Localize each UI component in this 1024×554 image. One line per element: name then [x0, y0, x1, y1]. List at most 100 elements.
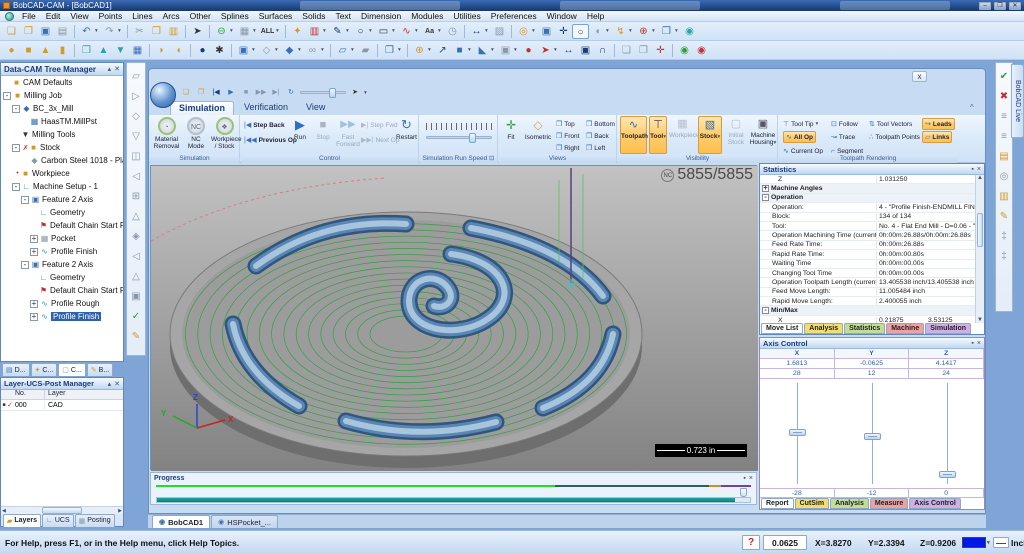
shell-icon[interactable]: ◆: [281, 43, 298, 58]
arc-tool-icon[interactable]: ∩: [594, 43, 611, 58]
dropdown-caret-icon[interactable]: ▾: [398, 47, 404, 53]
brush-gold-icon[interactable]: ✎: [996, 207, 1013, 227]
menu-solids[interactable]: Solids: [297, 11, 330, 21]
tab-report[interactable]: Report: [761, 498, 794, 509]
menu-view[interactable]: View: [65, 11, 93, 21]
pin-icon[interactable]: ▴: [108, 380, 112, 388]
print-icon[interactable]: ▤: [54, 24, 71, 39]
restart-button[interactable]: ↻ Restart: [396, 116, 417, 154]
select-grid-icon[interactable]: ⊞: [128, 187, 145, 207]
axis-y-slider[interactable]: [864, 433, 881, 440]
column-no[interactable]: No.: [1, 390, 45, 399]
stat-category-row[interactable]: - Operation: [760, 193, 975, 204]
close-panel-icon[interactable]: ×: [977, 166, 981, 173]
qat-run-icon[interactable]: ▶: [225, 87, 237, 99]
extrude-boss-icon[interactable]: ▲: [95, 43, 112, 58]
scroll-left-icon[interactable]: ◀: [2, 507, 6, 514]
maximize-button[interactable]: ❐: [994, 1, 1006, 10]
dropdown-caret-icon[interactable]: ▾: [321, 47, 327, 53]
dock-tab-cad[interactable]: ▢ C...: [58, 363, 86, 376]
horizontal-scrollbar[interactable]: ◀ ▶: [1, 506, 123, 514]
material-drop-icon[interactable]: ●: [520, 43, 537, 58]
close-button[interactable]: ✕: [1009, 1, 1021, 10]
view-front-button[interactable]: ❒ Front: [556, 130, 579, 142]
vertical-scrollbar[interactable]: ▲ ▼: [975, 175, 984, 323]
scroll-down-icon[interactable]: ▼: [976, 317, 984, 323]
tree-item-cam-defaults[interactable]: ■ CAM Defaults: [1, 76, 123, 89]
tab-ucs[interactable]: ∟ UCS: [41, 513, 74, 527]
trace-button[interactable]: ↝ Trace: [831, 131, 855, 143]
tree-item-geometry[interactable]: ∟ Geometry: [1, 271, 123, 284]
cone-icon[interactable]: ▲: [37, 43, 54, 58]
tab-layers[interactable]: ▰ Layers: [3, 513, 41, 527]
color-swatch[interactable]: [962, 537, 986, 548]
dock-tab-cam[interactable]: ✦ C...: [30, 363, 58, 376]
expand-toggle-icon[interactable]: -: [12, 182, 20, 191]
tree-item-milling-job[interactable]: - ■ Milling Job: [1, 89, 123, 102]
run-button[interactable]: ▶ Run: [289, 116, 311, 154]
dropdown-caret-icon[interactable]: ▾: [816, 121, 822, 127]
render-globe-icon[interactable]: ◉: [681, 24, 698, 39]
sphere-shaded-icon[interactable]: ●: [194, 43, 211, 58]
copy-icon[interactable]: ❒: [148, 24, 165, 39]
boolean-icon[interactable]: ▦: [129, 43, 146, 58]
tree-item-profile-finish[interactable]: + ∿ Profile Finish: [1, 245, 123, 258]
tool-vectors-button[interactable]: ⇅ Tool Vectors: [869, 118, 912, 130]
translate-icon[interactable]: ↗: [434, 43, 451, 58]
ucs-axes-icon[interactable]: ⊕: [411, 43, 428, 58]
menu-lines[interactable]: Lines: [127, 11, 157, 21]
select-box-icon[interactable]: ▣: [128, 287, 145, 307]
spline-icon[interactable]: ∿: [398, 24, 415, 39]
stitch-b-icon[interactable]: ❐: [635, 43, 652, 58]
menu-utilities[interactable]: Utilities: [448, 11, 485, 21]
select-prev-icon[interactable]: ◁: [128, 167, 145, 187]
view-camera-icon[interactable]: ▣: [497, 43, 514, 58]
color-attributes-icon[interactable]: ▥: [306, 24, 323, 39]
links-button[interactable]: ▱ Links: [922, 131, 953, 143]
simulation-close-button[interactable]: x: [912, 71, 927, 82]
ucs-target-icon[interactable]: ⊕: [635, 24, 652, 39]
dimension-linear-icon[interactable]: ↔: [468, 24, 485, 39]
stat-category-row[interactable]: + Machine Angles: [760, 184, 975, 194]
snap-increment-field[interactable]: 0.0625: [763, 535, 807, 550]
expand-toggle-icon[interactable]: +: [30, 234, 38, 243]
tab-cutsim[interactable]: CutSim: [794, 498, 830, 509]
view-back-button[interactable]: ❒ Back: [586, 130, 609, 142]
stat-category-row[interactable]: - Min/Max: [760, 306, 975, 316]
expand-toggle-icon[interactable]: -: [12, 143, 20, 152]
accept-check-icon[interactable]: ✔: [996, 67, 1013, 87]
sphere-icon[interactable]: ●: [3, 43, 20, 58]
view-left-button[interactable]: ❒ Left: [586, 142, 605, 154]
isometric-button[interactable]: ◇ Isometric: [523, 116, 553, 154]
view-cube-icon[interactable]: ❒: [658, 24, 675, 39]
cancel-x-icon[interactable]: ✖: [996, 87, 1013, 107]
tree-item-pocket[interactable]: + ▦ Pocket: [1, 232, 123, 245]
bobcad-live-tab[interactable]: BobCAD Live: [1011, 64, 1024, 138]
fit-bounds-icon[interactable]: ▣: [577, 43, 594, 58]
all-op-button[interactable]: ∿ All Op: [783, 131, 817, 143]
axis-x-slider[interactable]: [789, 429, 806, 436]
remove-errors-icon[interactable]: ◉: [693, 43, 710, 58]
tree-item-chain-start[interactable]: ⚑ Default Chain Start P...: [1, 284, 123, 297]
tree-item-stock[interactable]: - ✗ ■ Stock: [1, 141, 123, 154]
program-list-icon[interactable]: ≡: [996, 127, 1013, 147]
tree-item-machine-setup[interactable]: - ∟ Machine Setup - 1: [1, 180, 123, 193]
tab-measure[interactable]: Measure: [869, 498, 909, 509]
minimize-button[interactable]: –: [979, 1, 991, 10]
close-panel-icon[interactable]: ×: [749, 475, 753, 482]
tree-item-profile-finish-selected[interactable]: + ∿ Profile Finish: [1, 310, 123, 323]
face-edit-icon[interactable]: ▣: [235, 43, 252, 58]
scrollbar-thumb[interactable]: [977, 213, 983, 247]
menu-dimension[interactable]: Dimension: [356, 11, 406, 21]
scroll-right-icon[interactable]: ▶: [118, 507, 122, 514]
menu-text[interactable]: Text: [330, 11, 356, 21]
expand-toggle-icon[interactable]: +: [30, 299, 38, 308]
view-top-button[interactable]: ❒ Top: [556, 118, 575, 130]
tab-simulation[interactable]: Simulation: [925, 323, 972, 334]
gold-stack-icon[interactable]: ▤: [996, 147, 1013, 167]
select-all-icon[interactable]: ▱: [128, 67, 145, 87]
select-arrow-icon[interactable]: ➤: [189, 24, 206, 39]
select-window-icon[interactable]: ▷: [128, 87, 145, 107]
circle-icon[interactable]: ○: [352, 24, 369, 39]
fit-button[interactable]: ✛ Fit: [501, 116, 521, 154]
